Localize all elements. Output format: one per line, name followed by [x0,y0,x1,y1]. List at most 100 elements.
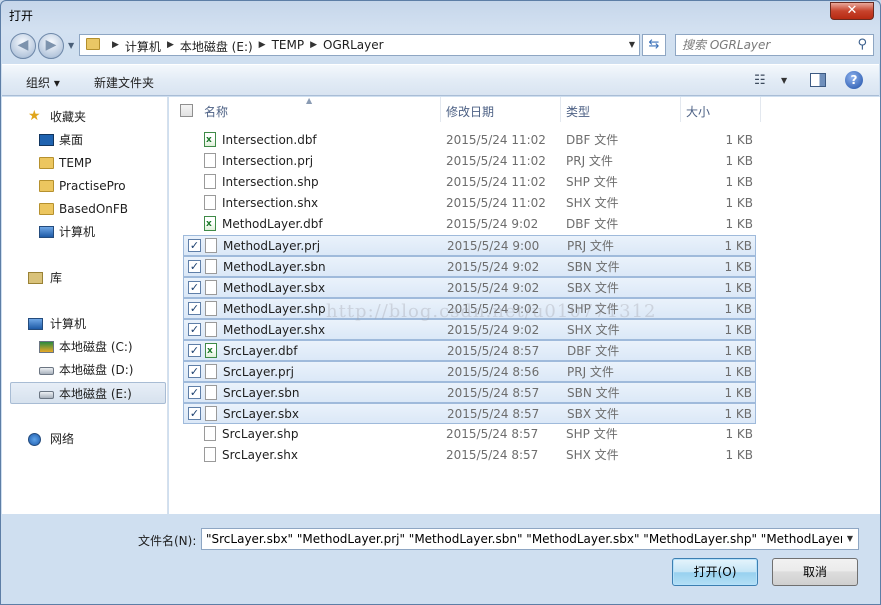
column-divider[interactable] [680,97,681,122]
file-checkbox[interactable]: ✓ [188,386,201,399]
column-divider[interactable] [560,97,561,122]
file-row[interactable]: SrcLayer.shx 2015/5/24 8:57 SHX 文件 1 KB [183,445,756,466]
open-button[interactable]: 打开(O) [672,558,758,586]
view-options-icon[interactable]: ☷ [754,73,766,88]
file-checkbox[interactable]: ✓ [188,407,201,420]
file-type: SHX 文件 [567,323,620,337]
column-date-modified[interactable]: 修改日期 [446,103,494,120]
breadcrumb-temp[interactable]: TEMP [272,38,305,55]
file-row[interactable]: SrcLayer.shp 2015/5/24 8:57 SHP 文件 1 KB [183,424,756,445]
file-row[interactable]: ✓ SrcLayer.prj 2015/5/24 8:56 PRJ 文件 1 KB [183,361,756,382]
nav-drive-d[interactable]: 本地磁盘 (D:) [2,359,166,381]
file-checkbox[interactable]: ✓ [188,323,201,336]
excel-file-icon [204,130,216,150]
breadcrumb-computer[interactable]: 计算机 [125,38,161,55]
file-row[interactable]: ✓ MethodLayer.sbx 2015/5/24 9:02 SBX 文件 1 KB [183,277,756,298]
file-name: MethodLayer.prj [223,239,321,253]
file-checkbox[interactable]: ✓ [188,344,201,357]
file-checkbox[interactable]: ✓ [188,239,201,252]
select-all-checkbox[interactable] [180,104,193,117]
file-row[interactable]: ✓ MethodLayer.prj 2015/5/24 9:00 PRJ 文件 1 KB [183,235,756,256]
document-file-icon [205,322,217,337]
drive-icon [39,367,54,375]
column-name[interactable]: 名称 [204,103,228,120]
breadcrumb-drive-e[interactable]: 本地磁盘 (E:) [180,38,253,55]
file-row[interactable]: ✓ SrcLayer.sbx 2015/5/24 8:57 SBX 文件 1 KB [183,403,756,424]
file-name: SrcLayer.sbn [223,386,300,400]
file-size: 1 KB [725,196,753,210]
file-size: 1 KB [725,175,753,189]
document-file-icon [204,426,216,441]
cancel-button[interactable]: 取消 [772,558,858,586]
nav-basedonfb[interactable]: BasedOnFB [2,198,166,220]
file-name: MethodLayer.shp [223,302,326,316]
file-row[interactable]: MethodLayer.dbf 2015/5/24 9:02 DBF 文件 1 KB [183,214,756,235]
nav-temp[interactable]: TEMP [2,152,166,174]
file-row[interactable]: Intersection.prj 2015/5/24 11:02 PRJ 文件 1 K… [183,151,756,172]
file-checkbox[interactable]: ✓ [188,302,201,315]
file-row[interactable]: ✓ SrcLayer.sbn 2015/5/24 8:57 SBN 文件 1 KB [183,382,756,403]
nav-desktop[interactable]: 桌面 [2,129,166,151]
file-checkbox[interactable]: ✓ [188,365,201,378]
chevron-right-icon[interactable]: ▶ [112,40,119,55]
nav-drive-c[interactable]: 本地磁盘 (C:) [2,336,166,358]
column-divider[interactable] [440,97,441,122]
nav-network[interactable]: 网络 [2,428,166,450]
address-dropdown-icon[interactable]: ▼ [629,40,635,49]
new-folder-button[interactable]: 新建文件夹 [94,74,154,91]
file-row[interactable]: ✓ MethodLayer.sbn 2015/5/24 9:02 SBN 文件 1 KB [183,256,756,277]
file-row[interactable]: Intersection.dbf 2015/5/24 11:02 DBF 文件 1 K… [183,130,756,151]
organize-menu[interactable]: 组织 ▾ [26,74,60,91]
column-size[interactable]: 大小 [686,103,710,120]
preview-pane-icon[interactable] [810,73,826,87]
file-row[interactable]: Intersection.shx 2015/5/24 11:02 SHX 文件 1 K… [183,193,756,214]
column-divider[interactable] [760,97,761,122]
column-type[interactable]: 类型 [566,103,590,120]
close-button[interactable]: ✕ [830,2,874,20]
file-row[interactable]: ✓ MethodLayer.shx 2015/5/24 9:02 SHX 文件 1 KB [183,319,756,340]
file-checkbox[interactable]: ✓ [188,281,201,294]
chevron-right-icon[interactable]: ▶ [310,40,317,55]
document-file-icon [205,259,217,274]
forward-button[interactable]: ▶ [38,33,64,59]
drive-icon [39,391,54,399]
title-bar[interactable]: 打开 ✕ [1,1,880,28]
back-button[interactable]: ◀ [10,33,36,59]
network-icon [28,433,41,446]
filename-input[interactable]: "SrcLayer.sbx" "MethodLayer.prj" "Method… [206,532,858,546]
file-date-modified: 2015/5/24 8:57 [447,407,540,421]
file-size: 1 KB [725,217,753,231]
search-input[interactable] [682,38,852,52]
file-type: SBX 文件 [567,407,619,421]
nav-drive-e[interactable]: 本地磁盘 (E:) [10,382,166,404]
nav-computer[interactable]: 计算机 [2,313,166,335]
file-checkbox[interactable]: ✓ [188,260,201,273]
chevron-right-icon[interactable]: ▶ [259,40,266,55]
recent-pages-dropdown[interactable]: ▼ [68,41,74,50]
view-dropdown-icon[interactable]: ▼ [781,76,787,85]
breadcrumb-ogrlayer[interactable]: OGRLayer [323,38,384,55]
refresh-button[interactable]: ⇆ [642,34,666,56]
command-bar: 组织 ▾ 新建文件夹 ☷ ▼ ? [2,64,879,96]
file-type: SBX 文件 [567,281,619,295]
help-icon[interactable]: ? [845,71,863,89]
file-date-modified: 2015/5/24 9:02 [447,260,540,274]
nav-libraries[interactable]: 库 [2,267,166,289]
chevron-right-icon[interactable]: ▶ [167,40,174,55]
file-type: PRJ 文件 [567,239,614,253]
file-row[interactable]: Intersection.shp 2015/5/24 11:02 SHP 文件 1 K… [183,172,756,193]
nav-practisepro[interactable]: PractisePro [2,175,166,197]
chevron-down-icon[interactable]: ▼ [842,529,858,549]
address-bar[interactable]: ▶ 计算机 ▶ 本地磁盘 (E:) ▶ TEMP ▶ OGRLayer ▼ [79,34,640,56]
search-icon[interactable]: ⚲ [857,37,867,52]
nav-favorites[interactable]: ★ 收藏夹 [2,106,166,128]
search-box[interactable]: ⚲ [675,34,874,56]
file-size: 1 KB [724,407,752,421]
file-name: Intersection.shp [222,175,319,189]
nav-computer-favorite[interactable]: 计算机 [2,221,166,243]
file-date-modified: 2015/5/24 8:57 [447,344,540,358]
file-row[interactable]: ✓ SrcLayer.dbf 2015/5/24 8:57 DBF 文件 1 KB [183,340,756,361]
filename-combobox[interactable]: "SrcLayer.sbx" "MethodLayer.prj" "Method… [201,528,859,550]
navigation-pane: ★ 收藏夹 桌面 TEMP PractisePro BasedOnFB 计算机 … [2,97,168,514]
desktop-icon [39,134,54,146]
